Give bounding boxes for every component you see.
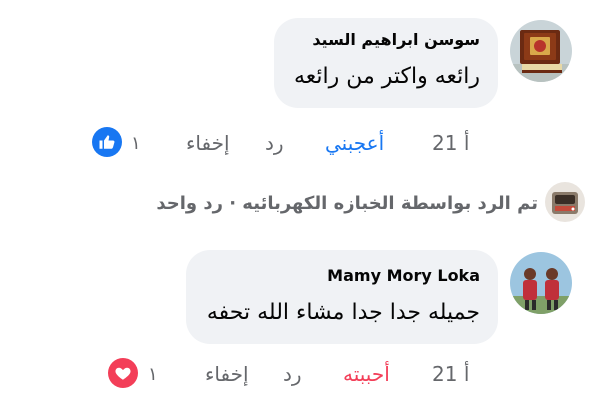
- comment-avatar[interactable]: [510, 252, 572, 314]
- comment-author-name[interactable]: Mamy Mory Loka: [327, 266, 480, 285]
- reply-link[interactable]: رد: [265, 131, 284, 155]
- heart-icon: [115, 367, 131, 380]
- bread-maker-avatar-image: [545, 182, 585, 222]
- reply-author-avatar[interactable]: [545, 182, 585, 222]
- comment-time[interactable]: 21 أ: [432, 131, 469, 155]
- comment-text: رائعه واكتر من رائعه: [293, 64, 480, 89]
- quran-book-avatar-image: [510, 20, 572, 82]
- reaction-count[interactable]: ١: [131, 133, 141, 154]
- like-link[interactable]: أعجبني: [325, 131, 384, 155]
- comment-bubble: Mamy Mory Loka جميله جدا جدا مشاء الله ت…: [186, 250, 498, 344]
- hide-link[interactable]: إخفاء: [186, 131, 230, 155]
- reply-link[interactable]: رد: [283, 362, 302, 386]
- view-replies-link[interactable]: تم الرد بواسطة الخبازه الكهربائيه · رد و…: [156, 193, 538, 214]
- hide-link[interactable]: إخفاء: [205, 362, 249, 386]
- reaction-count[interactable]: ١: [148, 364, 158, 385]
- reaction-badge[interactable]: [92, 127, 122, 157]
- group-photo-avatar-image: [510, 252, 572, 314]
- comment-time[interactable]: 21 أ: [432, 362, 469, 386]
- comment-bubble: سوسن ابراهيم السيد رائعه واكتر من رائعه: [274, 18, 498, 108]
- comment-text: جميله جدا جدا مشاء الله تحفه: [206, 300, 480, 325]
- comment-author-name[interactable]: سوسن ابراهيم السيد: [312, 30, 480, 49]
- reaction-badge[interactable]: [108, 358, 138, 388]
- thumbs-up-icon: [99, 135, 115, 149]
- love-link[interactable]: أحببته: [343, 362, 390, 386]
- comment-avatar[interactable]: [510, 20, 572, 82]
